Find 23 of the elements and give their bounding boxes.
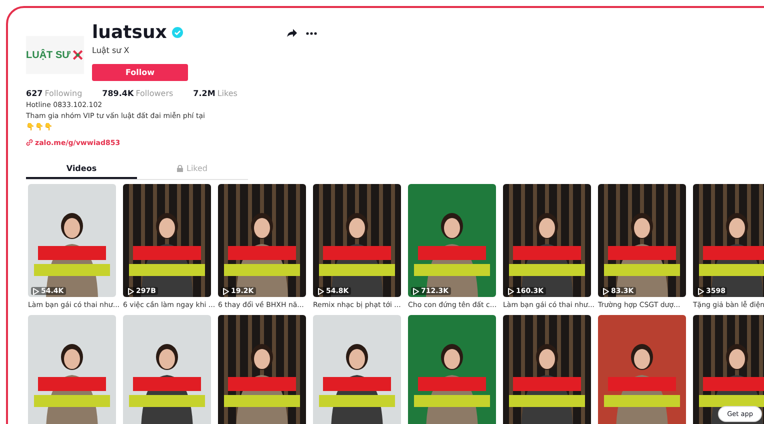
more-icon[interactable]	[306, 32, 317, 34]
cross-icon	[72, 48, 84, 62]
link-icon	[26, 139, 33, 146]
play-icon	[33, 288, 39, 294]
play-icon	[223, 288, 229, 294]
play-icon	[698, 288, 704, 294]
stat-value: 627	[26, 89, 43, 98]
share-icon[interactable]	[286, 28, 298, 38]
play-icon	[413, 288, 419, 294]
follow-button[interactable]: Follow	[92, 64, 188, 81]
display-name: Luật sư X	[92, 46, 130, 55]
play-icon	[508, 288, 514, 294]
username: luatsux	[92, 22, 167, 43]
play-icon	[318, 288, 324, 294]
stat-value: 789.4K	[102, 89, 134, 98]
stat-label: Following	[44, 89, 82, 98]
logo-text: LUẬT SƯ	[26, 50, 70, 60]
stat-label: Likes	[217, 89, 238, 98]
play-icon	[603, 288, 609, 294]
stat-label: Followers	[136, 89, 174, 98]
stat-value: 7.2M	[193, 89, 216, 98]
play-icon	[128, 288, 134, 294]
tab[interactable]: Videos	[26, 159, 137, 179]
